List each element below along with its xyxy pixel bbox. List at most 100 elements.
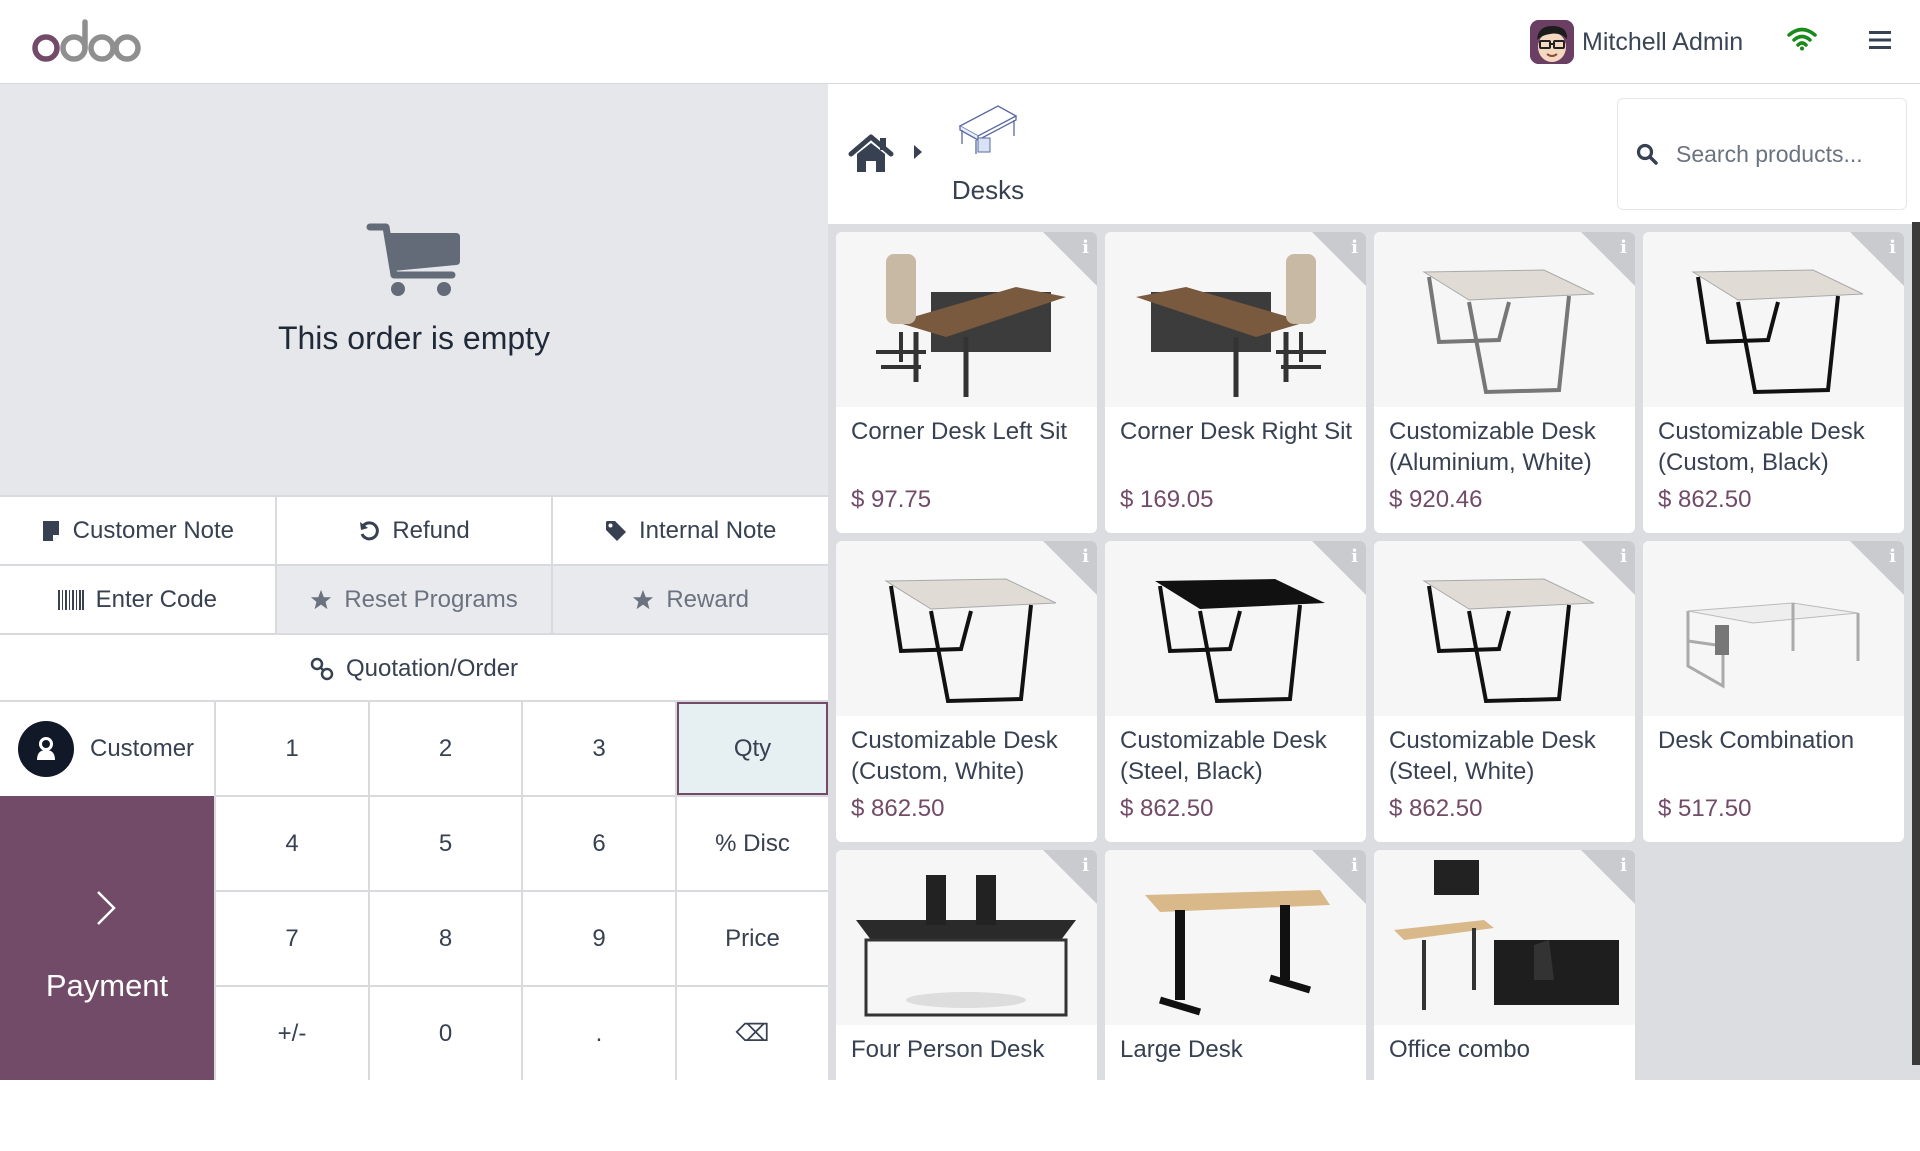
chevron-right-icon <box>97 891 116 925</box>
user-avatar <box>1530 20 1574 64</box>
avatar-face-icon <box>1530 20 1574 64</box>
info-icon[interactable]: i <box>1082 546 1089 567</box>
info-icon[interactable]: i <box>1620 546 1627 567</box>
product-name: Office combo <box>1389 1036 1530 1063</box>
numpad-key-label: 7 <box>285 924 299 952</box>
numpad-key-label: 1 <box>285 734 299 762</box>
hamburger-menu-icon[interactable] <box>1868 29 1892 51</box>
search-input[interactable] <box>1676 140 1886 168</box>
numpad-key-5[interactable]: 5 <box>370 797 521 890</box>
reset-programs-label: Reset Programs <box>344 585 518 613</box>
product-card[interactable]: i Customizable Desk (Aluminium, White) $ 9… <box>1374 232 1635 533</box>
numpad-key-price[interactable]: Price <box>677 892 828 985</box>
tag-icon <box>605 520 626 541</box>
info-icon[interactable]: i <box>1351 855 1358 876</box>
product-name: Corner Desk Right Sit <box>1120 418 1353 445</box>
numpad-key-2[interactable]: 2 <box>370 702 521 795</box>
info-icon[interactable]: i <box>1620 237 1627 258</box>
star-icon <box>633 589 654 609</box>
product-card[interactable]: i Four Person Desk <box>836 850 1097 1151</box>
numpad-key-label: 8 <box>438 924 453 952</box>
user-menu[interactable]: Mitchell Admin <box>1530 20 1743 64</box>
product-card[interactable]: i Customizable Desk (Steel, Black) $ 862.5… <box>1105 541 1366 842</box>
reset-programs-button[interactable]: Reset Programs <box>276 566 554 633</box>
product-price: $ 169.05 <box>1120 486 1214 513</box>
customer-label: Customer <box>90 735 195 762</box>
info-icon[interactable]: i <box>1351 546 1358 567</box>
order-panel: This order is empty Customer Note Refund <box>0 84 829 1080</box>
info-icon[interactable]: i <box>1082 855 1089 876</box>
product-price: $ 862.50 <box>1389 795 1483 822</box>
product-search[interactable] <box>1617 98 1907 210</box>
numpad-key-4[interactable]: 4 <box>216 797 368 890</box>
numpad-key-label: 2 <box>438 734 453 762</box>
product-grid-scrollbar[interactable] <box>1912 222 1920 1065</box>
reward-button[interactable]: Reward <box>553 566 829 633</box>
product-card[interactable]: i Office combo <box>1374 850 1635 1151</box>
product-card[interactable]: i Customizable Desk (Custom, Black) $ 862.… <box>1643 232 1904 533</box>
product-name: Customizable Desk (Steel, White) <box>1389 727 1596 785</box>
numpad-key-label: Qty <box>733 734 772 762</box>
product-price: $ 862.50 <box>1658 486 1752 513</box>
info-icon[interactable]: i <box>1351 237 1358 258</box>
caret-right-icon <box>914 145 922 159</box>
refund-button[interactable]: Refund <box>276 497 554 564</box>
customer-note-button[interactable]: Customer Note <box>0 497 277 564</box>
reward-label: Reward <box>666 585 750 613</box>
empty-order-message: This order is empty <box>277 320 551 356</box>
star-icon <box>311 589 332 609</box>
product-card[interactable]: i Large Desk <box>1105 850 1366 1151</box>
info-icon[interactable]: i <box>1889 546 1896 567</box>
product-panel: Desks i Corner Desk Left Sit $ 97.75 i Corne… <box>828 84 1920 1151</box>
product-card[interactable]: i Corner Desk Left Sit $ 97.75 <box>836 232 1097 533</box>
numpad-key-label: . <box>595 1019 603 1047</box>
empty-order-area: This order is empty <box>0 84 828 495</box>
numpad-key-9[interactable]: 9 <box>523 892 675 985</box>
product-price: $ 862.50 <box>851 795 945 822</box>
numpad-key-backspace[interactable]: ⌫ <box>677 987 828 1080</box>
numpad-key-6[interactable]: 6 <box>523 797 675 890</box>
sticky-note-icon <box>42 520 59 541</box>
info-icon[interactable]: i <box>1082 237 1089 258</box>
odoo-logo[interactable] <box>32 18 142 64</box>
product-price: $ 920.46 <box>1389 486 1483 513</box>
product-price: $ 862.50 <box>1120 795 1214 822</box>
numpad-key-label: 9 <box>592 924 606 952</box>
search-icon <box>1636 143 1658 165</box>
enter-code-label: Enter Code <box>95 585 218 613</box>
customer-button[interactable]: Customer <box>0 702 214 796</box>
info-icon[interactable]: i <box>1620 855 1627 876</box>
numpad-key-3[interactable]: 3 <box>523 702 675 795</box>
numpad-key-quantity[interactable]: Qty <box>677 702 828 795</box>
numpad-key-discount[interactable]: % Disc <box>677 797 828 890</box>
category-desks[interactable]: Desks <box>938 104 1038 206</box>
numpad-key-decimal[interactable]: . <box>523 987 675 1080</box>
numpad-key-label: 5 <box>438 829 453 857</box>
enter-code-button[interactable]: Enter Code <box>0 566 277 633</box>
home-icon[interactable] <box>848 134 894 174</box>
product-name: Customizable Desk (Custom, White) <box>851 727 1058 785</box>
product-card[interactable]: i Customizable Desk (Steel, White) $ 862.5… <box>1374 541 1635 842</box>
product-name: Desk Combination <box>1658 727 1855 754</box>
quotation-order-button[interactable]: Quotation/Order <box>0 635 828 702</box>
numpad-key-7[interactable]: 7 <box>216 892 368 985</box>
payment-button[interactable]: Payment <box>0 796 214 1080</box>
numpad-key-plus-minus[interactable]: +/- <box>216 987 368 1080</box>
numpad-key-0[interactable]: 0 <box>370 987 521 1080</box>
product-card[interactable]: i Corner Desk Right Sit $ 169.05 <box>1105 232 1366 533</box>
wifi-connection-icon[interactable] <box>1787 27 1817 51</box>
internal-note-label: Internal Note <box>638 516 777 544</box>
numpad-key-8[interactable]: 8 <box>370 892 521 985</box>
product-price: $ 97.75 <box>851 486 932 513</box>
info-icon[interactable]: i <box>1889 237 1896 258</box>
numpad: Customer Payment 1 2 3 Qty 4 5 6 % Disc 7 8 9 Price… <box>0 700 828 1080</box>
internal-note-button[interactable]: Internal Note <box>553 497 829 564</box>
numpad-key-1[interactable]: 1 <box>216 702 368 795</box>
user-icon <box>37 737 55 760</box>
product-card[interactable]: i Desk Combination $ 517.50 <box>1643 541 1904 842</box>
product-card[interactable]: i Customizable Desk (Custom, White) $ 862.… <box>836 541 1097 842</box>
undo-icon <box>360 520 380 540</box>
desk-category-icon <box>958 105 1018 154</box>
payment-label: Payment <box>45 968 169 1003</box>
product-name: Customizable Desk (Steel, Black) <box>1120 727 1327 785</box>
